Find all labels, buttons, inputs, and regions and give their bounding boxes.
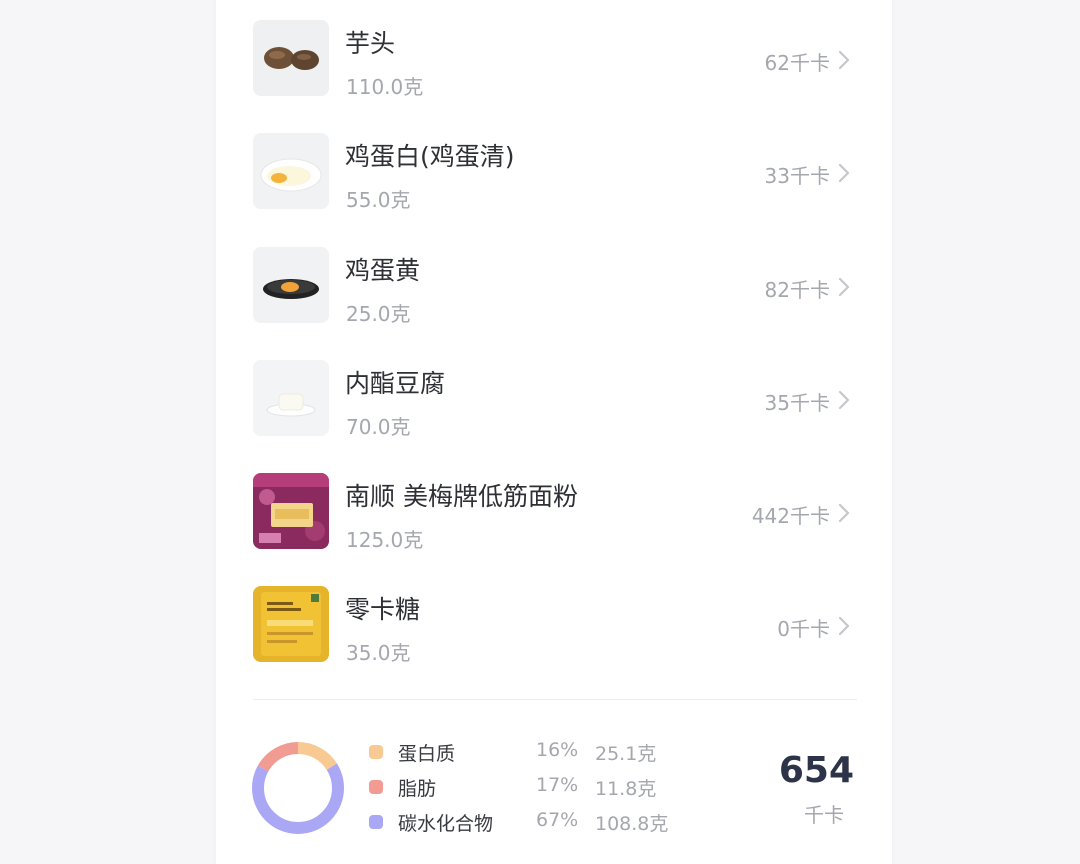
food-name: 零卡糖 <box>345 595 421 624</box>
food-item-egg-yolk[interactable]: 鸡蛋黄 25.0克 82千卡 <box>216 227 892 326</box>
legend-percent: 16% <box>536 739 579 761</box>
food-item-egg-white[interactable]: 鸡蛋白(鸡蛋清) 55.0克 33千卡 <box>216 113 892 212</box>
chevron-right-icon <box>836 389 852 411</box>
chevron-right-icon <box>836 162 852 184</box>
food-name: 鸡蛋黄 <box>345 256 421 285</box>
legend-dot <box>369 815 383 829</box>
food-calories: 33千卡 <box>764 164 830 188</box>
legend-grams: 108.8克 <box>595 813 669 835</box>
legend-percent: 17% <box>536 774 579 796</box>
food-item-flour[interactable]: 南顺 美梅牌低筋面粉 125.0克 442千卡 <box>216 453 892 552</box>
food-weight: 110.0克 <box>346 75 424 99</box>
legend-dot <box>369 780 383 794</box>
food-weight: 55.0克 <box>346 188 411 212</box>
chevron-right-icon <box>836 49 852 71</box>
tofu-photo-icon <box>253 360 329 436</box>
food-item-tofu[interactable]: 内酯豆腐 70.0克 35千卡 <box>216 340 892 439</box>
total-calories-value: 654 <box>778 750 854 791</box>
food-name: 内酯豆腐 <box>345 369 446 398</box>
taro-photo-icon <box>253 20 329 96</box>
divider <box>253 699 857 700</box>
total-calories-unit: 千卡 <box>804 803 844 827</box>
food-calories: 0千卡 <box>777 617 830 641</box>
food-item-zero-cal-sugar[interactable]: 零卡糖 35.0克 0千卡 <box>216 566 892 665</box>
chevron-right-icon <box>836 615 852 637</box>
food-name: 鸡蛋白(鸡蛋清) <box>345 142 515 171</box>
legend-row-carbs: 碳水化合物 67% 108.8克 <box>366 807 686 837</box>
food-weight: 25.0克 <box>346 302 411 326</box>
legend-dot <box>369 745 383 759</box>
legend-row-fat: 脂肪 17% 11.8克 <box>366 772 686 802</box>
macro-donut-chart <box>252 742 344 834</box>
food-calories: 82千卡 <box>764 278 830 302</box>
food-name: 芋头 <box>345 29 396 58</box>
food-name: 南顺 美梅牌低筋面粉 <box>345 482 578 511</box>
food-item-taro[interactable]: 芋头 110.0克 62千卡 <box>216 0 892 99</box>
food-card: 芋头 110.0克 62千卡 鸡蛋白(鸡蛋清) 55.0克 33千卡 鸡蛋黄 2… <box>216 0 892 864</box>
egg-yolk-photo-icon <box>253 247 329 323</box>
legend-row-protein: 蛋白质 16% 25.1克 <box>366 737 686 767</box>
legend-grams: 25.1克 <box>595 743 657 765</box>
food-weight: 125.0克 <box>346 528 424 552</box>
chevron-right-icon <box>836 276 852 298</box>
legend-percent: 67% <box>536 809 579 831</box>
legend-grams: 11.8克 <box>595 778 657 800</box>
chevron-right-icon <box>836 502 852 524</box>
zero-cal-sugar-package-photo-icon <box>253 586 329 662</box>
food-weight: 35.0克 <box>346 641 411 665</box>
legend-label: 碳水化合物 <box>398 813 494 835</box>
food-calories: 442千卡 <box>751 504 830 528</box>
legend-label: 蛋白质 <box>398 743 456 765</box>
egg-white-photo-icon <box>253 133 329 209</box>
flour-package-photo-icon <box>253 473 329 549</box>
food-calories: 35千卡 <box>764 391 830 415</box>
legend-label: 脂肪 <box>398 778 437 800</box>
food-weight: 70.0克 <box>346 415 411 439</box>
food-calories: 62千卡 <box>764 51 830 75</box>
